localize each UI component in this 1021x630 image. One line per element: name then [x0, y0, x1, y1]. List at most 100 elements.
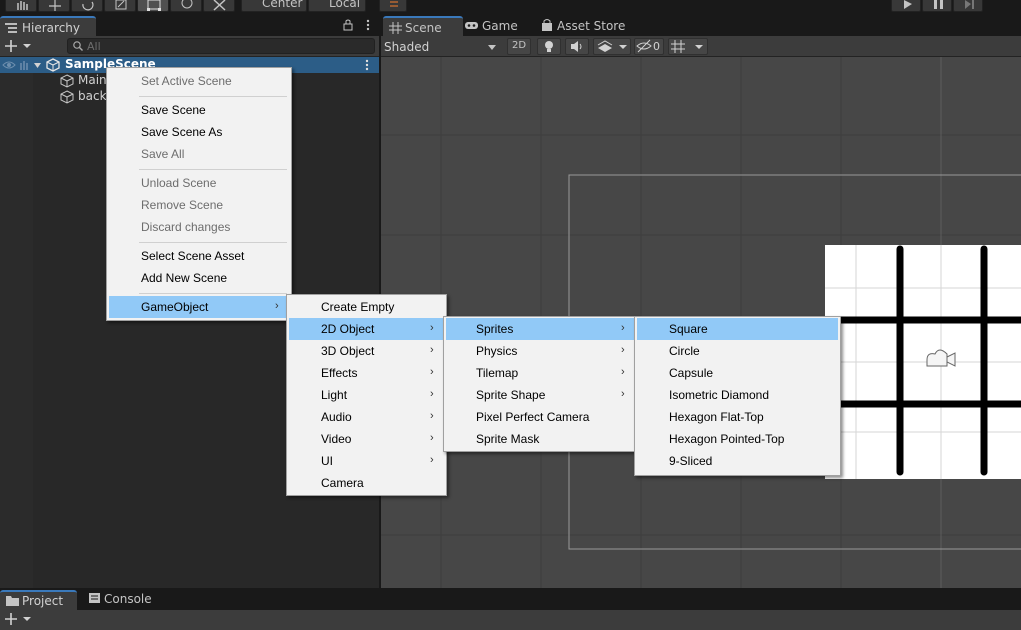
menu-item-set-active-scene[interactable]: Set Active Scene	[109, 70, 289, 92]
menu-item-unload-scene[interactable]: Unload Scene	[109, 172, 289, 194]
pivot-rotation-label: Local	[329, 0, 361, 10]
menu-item-3d-object[interactable]: 3D Object ›	[289, 340, 444, 362]
grid-toggle-button[interactable]	[668, 38, 708, 55]
menu-item-effects[interactable]: Effects ›	[289, 362, 444, 384]
pickable-hand-icon[interactable]	[18, 59, 30, 71]
scale-tool-button[interactable]	[104, 0, 136, 12]
move-tool-button[interactable]	[38, 0, 70, 12]
gamepad-icon	[465, 22, 478, 29]
gameobject-cube-icon	[60, 74, 74, 88]
sprites-submenu: Square Circle Capsule Isometric Diamond …	[634, 316, 841, 476]
menu-item-label: 9-Sliced	[669, 454, 713, 468]
tab-console-label: Console	[104, 592, 152, 606]
menu-item-label: Create Empty	[321, 300, 395, 314]
tab-project[interactable]: Project	[0, 590, 77, 610]
speaker-icon	[571, 41, 582, 52]
menu-item-save-scene-as[interactable]: Save Scene As	[109, 121, 289, 143]
kebab-menu-icon[interactable]	[365, 19, 371, 33]
menu-item-pixel-perfect-camera[interactable]: Pixel Perfect Camera	[446, 406, 635, 428]
expand-arrow-icon[interactable]	[34, 62, 42, 70]
transform-tool-button[interactable]	[170, 0, 202, 12]
menu-item-add-new-scene[interactable]: Add New Scene	[109, 267, 289, 289]
grid-snap-button[interactable]	[379, 0, 407, 12]
hierarchy-tabbar: Hierarchy	[0, 16, 379, 36]
menu-item-label: Light	[321, 388, 348, 402]
rect-tool-button[interactable]	[137, 0, 169, 12]
unity-scene-icon	[46, 58, 60, 72]
effects-toggle-button[interactable]	[593, 38, 631, 55]
tab-scene[interactable]: Scene	[383, 16, 463, 36]
submenu-arrow-icon: ›	[430, 344, 434, 356]
step-button[interactable]	[953, 0, 983, 12]
menu-item-sprites[interactable]: Sprites ›	[446, 318, 635, 340]
menu-item-discard-changes[interactable]: Discard changes	[109, 216, 289, 238]
tab-console[interactable]: Console	[84, 590, 164, 610]
lighting-toggle-button[interactable]	[537, 38, 561, 55]
custom-tool-button[interactable]	[203, 0, 235, 12]
menu-item-create-empty[interactable]: Create Empty	[289, 296, 444, 318]
menu-item-sprite-shape[interactable]: Sprite Shape ›	[446, 384, 635, 406]
gameobject-cube-icon	[60, 90, 74, 104]
shopping-bag-icon	[542, 19, 552, 31]
menu-item-physics[interactable]: Physics ›	[446, 340, 635, 362]
menu-item-tilemap[interactable]: Tilemap ›	[446, 362, 635, 384]
tab-hierarchy-label: Hierarchy	[22, 21, 81, 35]
folder-icon	[6, 596, 19, 606]
menu-item-capsule[interactable]: Capsule	[637, 362, 838, 384]
main-toolbar: Center Local	[0, 0, 1021, 14]
menu-item-select-scene-asset[interactable]: Select Scene Asset	[109, 245, 289, 267]
menu-item-label: Capsule	[669, 366, 714, 380]
draw-mode-label: Shaded	[384, 40, 430, 54]
scene-options-icon[interactable]	[364, 59, 370, 73]
play-button[interactable]	[891, 0, 921, 12]
effects-layers-icon	[597, 40, 627, 52]
submenu-arrow-icon: ›	[430, 322, 434, 334]
hand-tool-button[interactable]	[5, 0, 37, 12]
audio-toggle-button[interactable]	[565, 38, 589, 55]
snap-icon	[390, 1, 398, 7]
add-dropdown-icon[interactable]	[5, 613, 33, 627]
menu-item-hexagon-flat-top[interactable]: Hexagon Flat-Top	[637, 406, 838, 428]
menu-item-audio[interactable]: Audio ›	[289, 406, 444, 428]
add-dropdown-icon[interactable]	[5, 40, 33, 54]
menu-item-2d-object[interactable]: 2D Object ›	[289, 318, 444, 340]
menu-item-hexagon-pointed-top[interactable]: Hexagon Pointed-Top	[637, 428, 838, 450]
hand-icon	[17, 1, 28, 10]
tab-asset-store[interactable]: Asset Store	[539, 16, 649, 36]
menu-item-9-sliced[interactable]: 9-Sliced	[637, 450, 838, 472]
menu-item-ui[interactable]: UI ›	[289, 450, 444, 472]
menu-item-label: Remove Scene	[141, 198, 224, 212]
rotate-tool-button[interactable]	[71, 0, 103, 12]
toggle-2d-button[interactable]: 2D	[507, 38, 531, 55]
menu-item-camera[interactable]: Camera	[289, 472, 444, 494]
menu-item-gameobject[interactable]: GameObject ›	[109, 296, 289, 318]
submenu-arrow-icon: ›	[621, 322, 625, 334]
pivot-mode-button[interactable]: Center	[241, 0, 307, 12]
lock-icon[interactable]	[342, 19, 354, 31]
scene-grid-icon	[389, 22, 402, 34]
draw-mode-dropdown[interactable]: Shaded	[381, 37, 501, 56]
hierarchy-visibility-strip	[0, 57, 33, 588]
pause-button[interactable]	[922, 0, 952, 12]
pivot-rotation-button[interactable]: Local	[308, 0, 366, 12]
menu-item-light[interactable]: Light ›	[289, 384, 444, 406]
menu-item-video[interactable]: Video ›	[289, 428, 444, 450]
menu-item-square[interactable]: Square	[637, 318, 838, 340]
tab-hierarchy[interactable]: Hierarchy	[0, 16, 96, 36]
menu-item-remove-scene[interactable]: Remove Scene	[109, 194, 289, 216]
menu-item-sprite-mask[interactable]: Sprite Mask	[446, 428, 635, 450]
menu-separator	[139, 96, 287, 97]
hierarchy-search-input[interactable]: All	[67, 38, 375, 54]
hidden-objects-toggle[interactable]: 0	[634, 38, 664, 55]
eye-icon[interactable]	[2, 59, 16, 71]
tab-game[interactable]: Game	[465, 16, 533, 36]
menu-item-isometric-diamond[interactable]: Isometric Diamond	[637, 384, 838, 406]
menu-item-save-scene[interactable]: Save Scene	[109, 99, 289, 121]
menu-item-save-all[interactable]: Save All	[109, 143, 289, 165]
play-icon	[904, 0, 912, 9]
tab-game-label: Game	[482, 19, 518, 33]
menu-item-circle[interactable]: Circle	[637, 340, 838, 362]
menu-item-label: Save Scene As	[141, 125, 223, 139]
menu-item-label: Select Scene Asset	[141, 249, 245, 263]
pivot-mode-label: Center	[262, 0, 303, 10]
